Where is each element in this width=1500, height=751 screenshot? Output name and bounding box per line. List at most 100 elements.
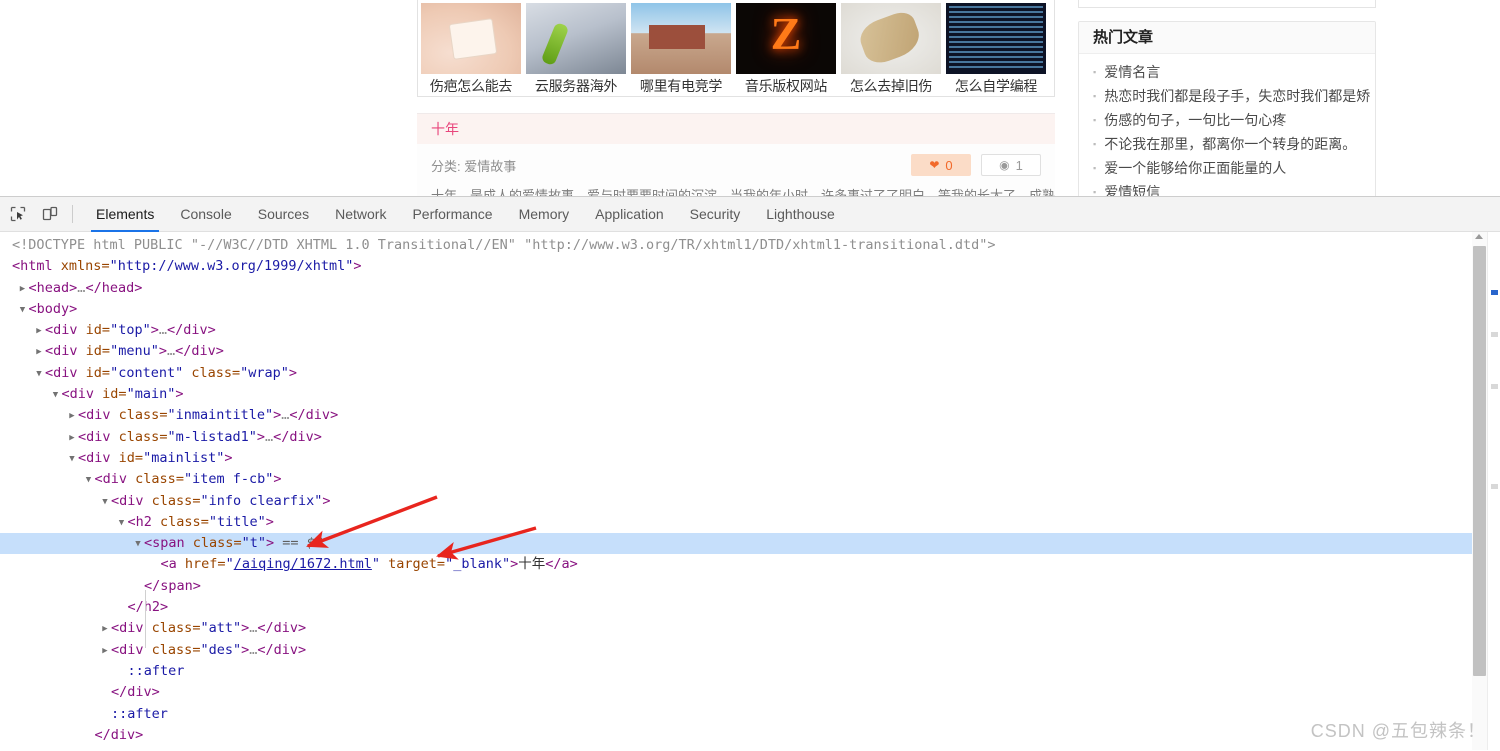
dom-row[interactable]: <head>…</head> — [0, 278, 1500, 299]
dom-row-selected[interactable]: <span class="t"> == $0 — [0, 533, 1500, 555]
page-main-column: 伤疤怎么能去 云服务器海外 哪里有电竞学 音乐版权网站 怎么去掉旧伤 怎么自学编程 十年 … — [417, 0, 1055, 196]
tab-application[interactable]: Application — [582, 197, 677, 232]
tab-security[interactable]: Security — [677, 197, 754, 232]
expand-triangle-icon[interactable] — [99, 641, 111, 662]
tab-sources[interactable]: Sources — [245, 197, 322, 232]
dom-row[interactable]: <html xmlns="http://www.w3.org/1999/xhtm… — [0, 256, 1500, 277]
ad-thumbnail-item[interactable]: 伤疤怎么能去 — [421, 3, 521, 96]
collapse-triangle-icon[interactable] — [50, 385, 62, 406]
ad-thumbnail-item[interactable]: 音乐版权网站 — [736, 3, 836, 96]
dom-token-punc2: = — [232, 364, 241, 381]
dom-row[interactable]: <div id="top">…</div> — [0, 320, 1500, 341]
dom-token-attr: class — [127, 471, 176, 488]
hot-article-list-item[interactable]: ▪ 爱情名言 — [1079, 60, 1375, 84]
dom-row[interactable]: <div class="m-listad1">…</div> — [0, 427, 1500, 448]
dom-row[interactable]: </div> — [0, 682, 1500, 703]
hot-article-list-item[interactable]: ▪ 爱情短信 — [1079, 180, 1375, 196]
expand-triangle-icon[interactable] — [66, 406, 78, 427]
dom-row[interactable]: </h2> — [0, 597, 1500, 618]
tab-label: Security — [689, 206, 741, 222]
ad-thumbnail-item[interactable]: 怎么自学编程 — [946, 3, 1046, 96]
dom-token-attr: class — [184, 535, 234, 552]
expand-triangle-icon[interactable] — [33, 342, 45, 363]
dom-token-punc: < — [111, 620, 120, 637]
dom-token-punc: > — [322, 492, 331, 509]
dom-token-punc: > — [175, 386, 184, 403]
dom-row[interactable]: ::after — [0, 704, 1500, 725]
dom-row[interactable]: <div id="main"> — [0, 384, 1500, 405]
article-title-bar: 十年 — [417, 114, 1055, 144]
collapse-triangle-icon[interactable] — [99, 492, 111, 513]
tab-lighthouse[interactable]: Lighthouse — [753, 197, 848, 232]
minimap-marker — [1491, 290, 1498, 295]
dom-row[interactable]: <div id="menu">…</div> — [0, 341, 1500, 362]
dom-token-punc: </ — [175, 343, 192, 360]
dom-token-punc: </ — [111, 684, 128, 701]
dom-token-punc2: = — [217, 556, 226, 573]
dom-token-punc: > — [353, 258, 362, 275]
hot-article-label: 爱一个能够给你正面能量的人 — [1104, 160, 1287, 176]
dom-tree-view[interactable]: <!DOCTYPE html PUBLIC "-//W3C//DTD XHTML… — [0, 232, 1500, 750]
dom-row[interactable]: <h2 class="title"> — [0, 512, 1500, 533]
dom-token-punc: </ — [273, 428, 290, 445]
dom-row[interactable]: <div class="item f-cb"> — [0, 469, 1500, 490]
ad-thumbnail-item[interactable]: 怎么去掉旧伤 — [841, 3, 941, 96]
hot-article-list-item[interactable]: ▪ 伤感的句子，一句比一句心疼 — [1079, 108, 1375, 132]
tab-label: Application — [595, 206, 664, 222]
dom-token-val: "http://www.w3.org/1999/xhtml" — [109, 258, 354, 275]
ad-thumbnail-item[interactable]: 哪里有电竞学 — [631, 3, 731, 96]
tab-console[interactable]: Console — [167, 197, 244, 232]
dom-row[interactable]: <!DOCTYPE html PUBLIC "-//W3C//DTD XHTML… — [0, 235, 1500, 256]
expand-triangle-icon[interactable] — [99, 619, 111, 640]
devtools-tab-bar: Elements Console Sources Network Performance… — [83, 197, 848, 232]
device-toolbar-icon[interactable] — [36, 200, 64, 228]
like-badge[interactable]: ❤ 0 — [911, 154, 971, 176]
dom-tree-scrollbar[interactable] — [1472, 232, 1487, 750]
dom-token-val: "title" — [208, 513, 266, 530]
tab-network[interactable]: Network — [322, 197, 399, 232]
dom-token-punc: > — [192, 577, 201, 594]
hot-article-list-item[interactable]: ▪ 爱一个能够给你正面能量的人 — [1079, 156, 1375, 180]
inspect-element-icon[interactable] — [4, 200, 32, 228]
hot-article-list-item[interactable]: ▪ 热恋时我们都是段子手，失恋时我们都是矫 — [1079, 84, 1375, 108]
article-list-item[interactable]: 十年 分类: 爱情故事 ❤ 0 ◉ 1 十年，是成人的爱情故事，爱与时要要时间的… — [417, 113, 1055, 196]
hot-articles-heading: 热门文章 — [1079, 22, 1375, 54]
dom-row[interactable]: </span> — [0, 576, 1500, 597]
scrollbar-thumb[interactable] — [1473, 246, 1486, 676]
dom-token-attr: class — [110, 428, 160, 445]
ad-thumbnail-item[interactable]: 云服务器海外 — [526, 3, 626, 96]
dom-row[interactable]: </div> — [0, 725, 1500, 746]
collapse-triangle-icon[interactable] — [116, 513, 128, 534]
dom-token-val: "content" — [110, 364, 184, 381]
dom-row[interactable]: <body> — [0, 299, 1500, 320]
scroll-up-arrow-icon[interactable] — [1475, 234, 1483, 239]
dom-token-doctype: <!DOCTYPE html PUBLIC — [12, 237, 191, 253]
dom-row[interactable]: <div id="mainlist"> — [0, 448, 1500, 469]
dom-token-punc: < — [78, 428, 87, 445]
collapse-triangle-icon[interactable] — [132, 534, 144, 555]
collapse-triangle-icon[interactable] — [33, 364, 45, 385]
collapse-triangle-icon[interactable] — [83, 470, 95, 491]
dom-token-punc: < — [111, 492, 120, 509]
article-title-link[interactable]: 十年 — [431, 121, 459, 137]
dom-row[interactable]: <div id="content" class="wrap"> — [0, 363, 1500, 384]
dom-token-link[interactable]: /aiqing/1672.html — [234, 556, 372, 572]
collapse-triangle-icon[interactable] — [17, 300, 29, 321]
hot-article-list-item[interactable]: ▪ 不论我在那里，都离你一个转身的距离。 — [1079, 132, 1375, 156]
expand-triangle-icon[interactable] — [33, 321, 45, 342]
dom-token-punc: < — [78, 449, 87, 466]
screenshot-root: 伤疤怎么能去 云服务器海外 哪里有电竞学 音乐版权网站 怎么去掉旧伤 怎么自学编程 十年 … — [0, 0, 1500, 751]
dom-row[interactable]: <a href="/aiqing/1672.html" target="_bla… — [0, 554, 1500, 575]
tab-performance[interactable]: Performance — [399, 197, 505, 232]
dom-row[interactable]: <div class="att">…</div> — [0, 618, 1500, 639]
dom-token-punc: < — [28, 300, 37, 317]
collapse-triangle-icon[interactable] — [66, 449, 78, 470]
dom-row[interactable]: <div class="info clearfix"> — [0, 491, 1500, 512]
dom-row[interactable]: <div class="des">…</div> — [0, 640, 1500, 661]
expand-triangle-icon[interactable] — [17, 279, 29, 300]
tab-elements[interactable]: Elements — [83, 197, 167, 232]
dom-row[interactable]: <div class="inmaintitle">…</div> — [0, 405, 1500, 426]
tab-memory[interactable]: Memory — [506, 197, 583, 232]
expand-triangle-icon[interactable] — [66, 428, 78, 449]
dom-row[interactable]: ::after — [0, 661, 1500, 682]
